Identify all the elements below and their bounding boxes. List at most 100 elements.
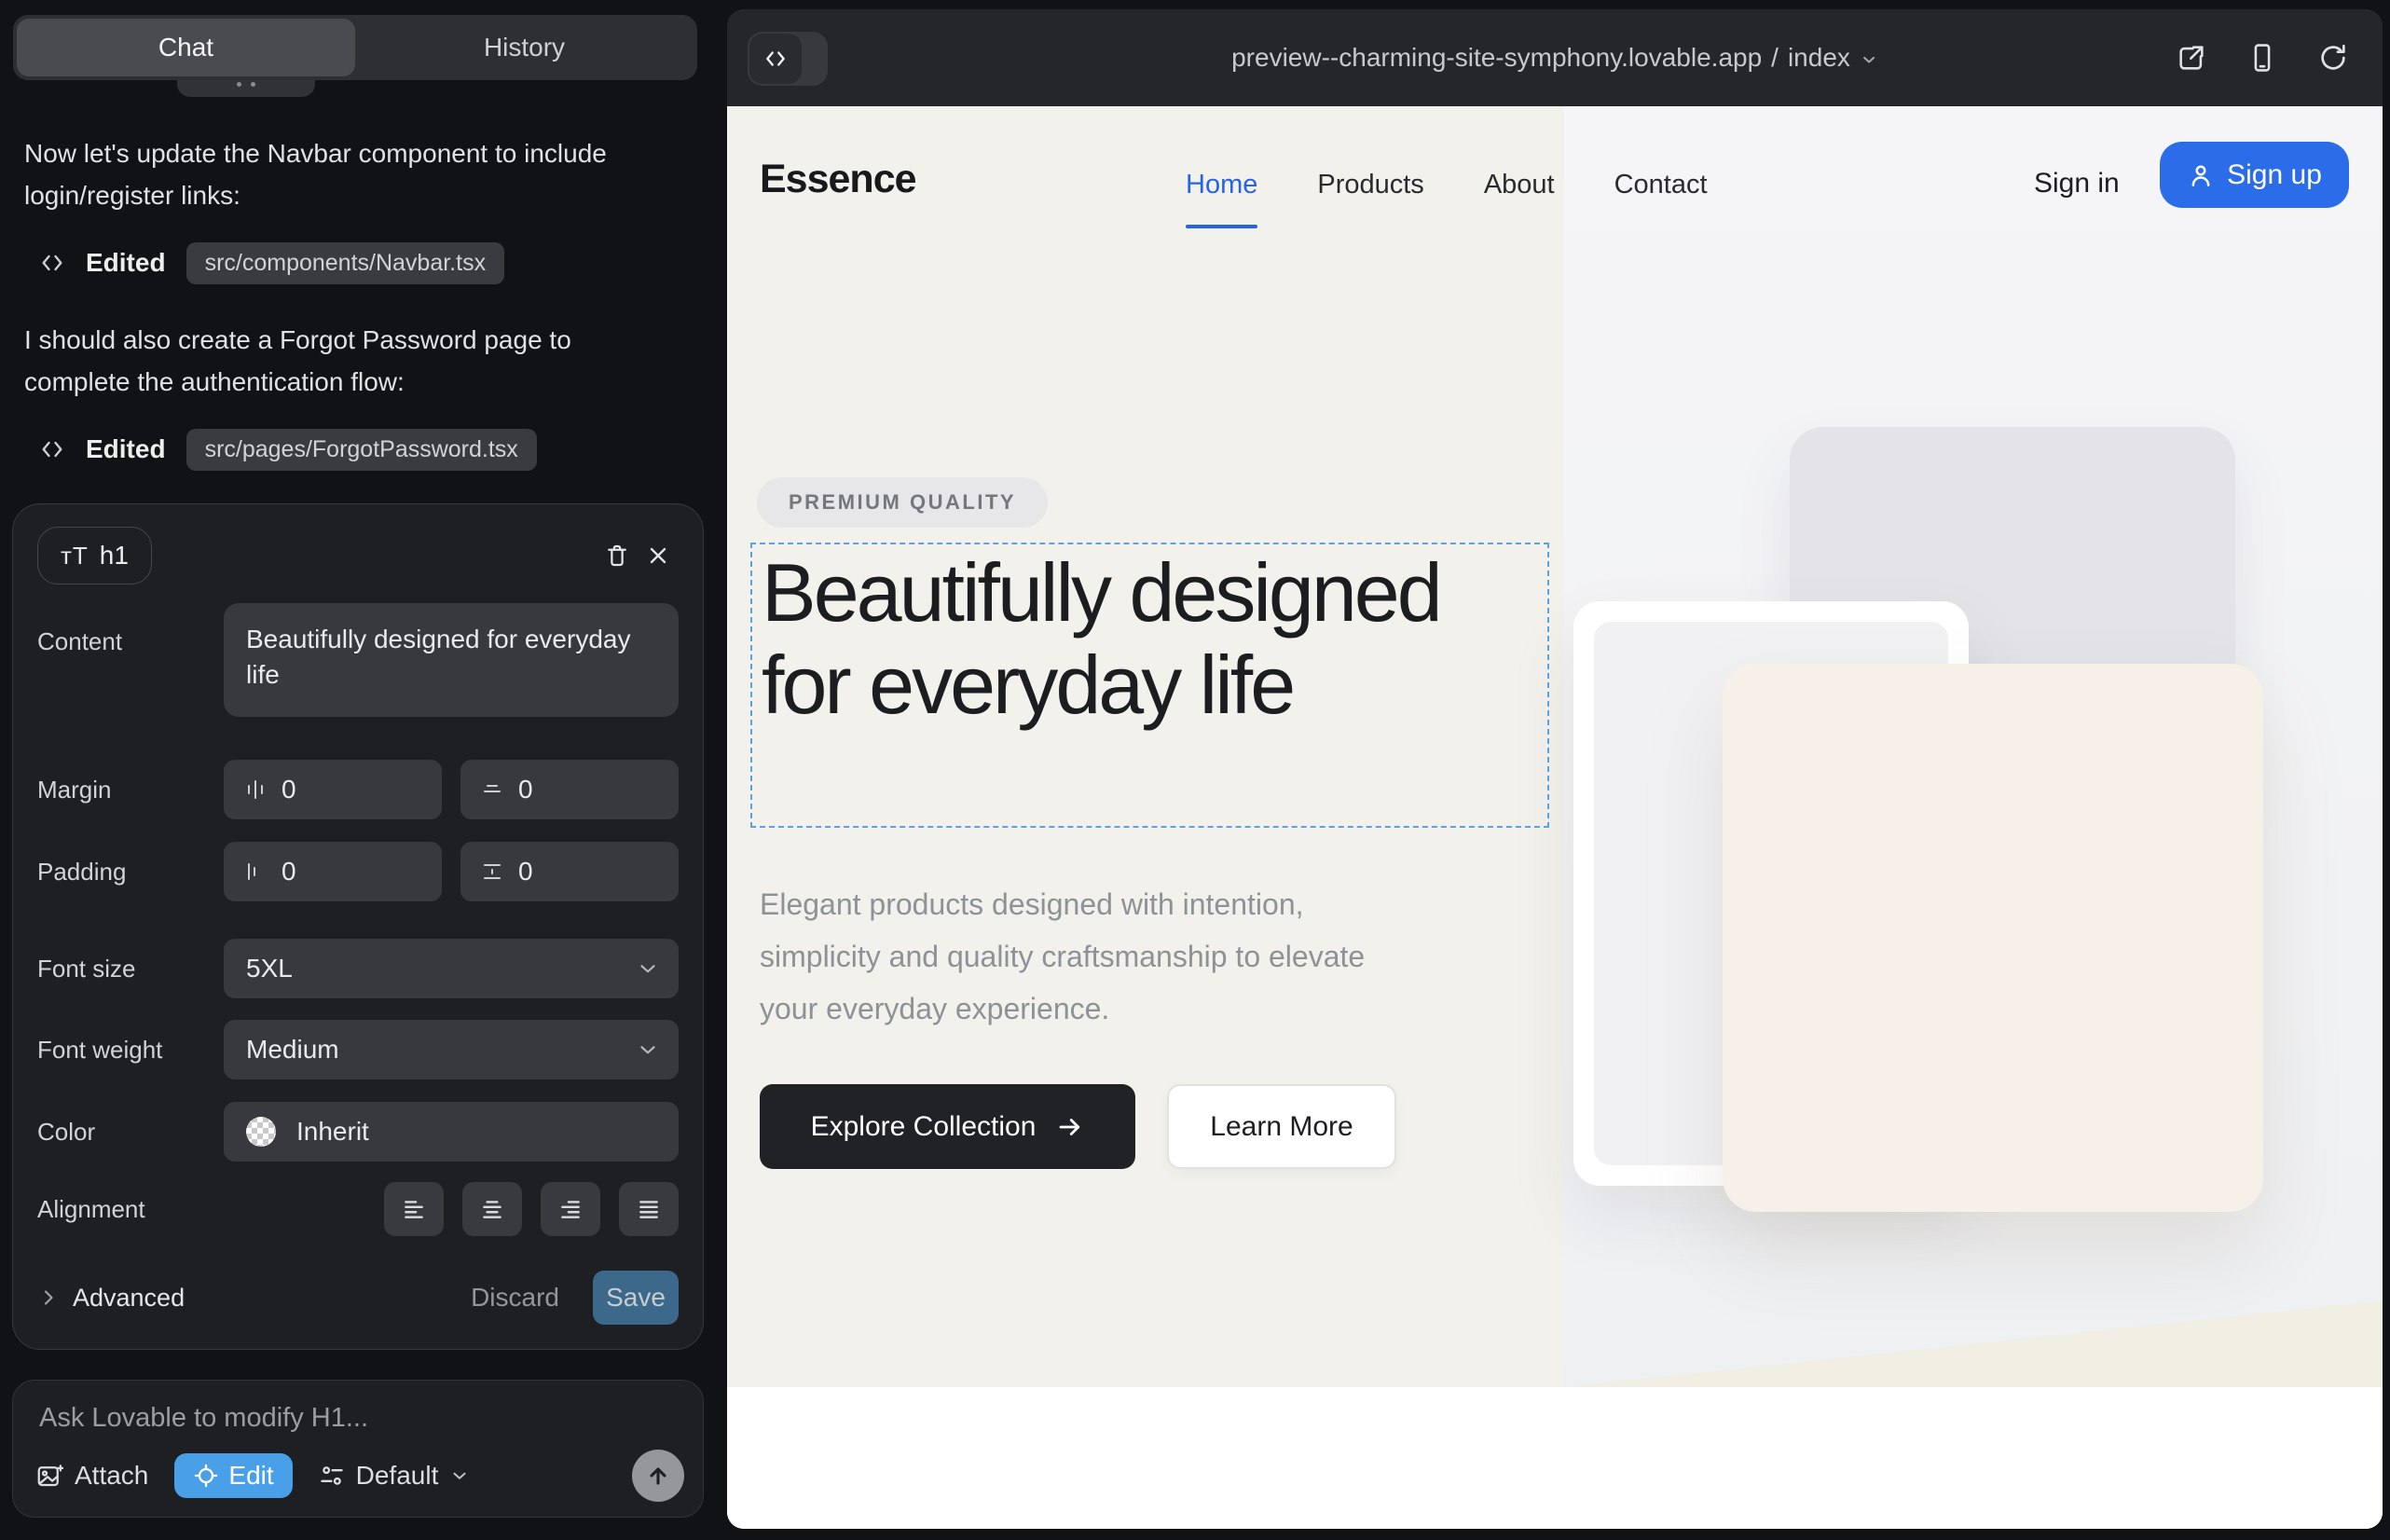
mode-select[interactable]: Default [319, 1461, 471, 1491]
color-picker-field[interactable]: Inherit [224, 1102, 679, 1162]
edited-file-row: Edited src/pages/ForgotPassword.tsx [39, 427, 537, 472]
nav-link-contact[interactable]: Contact [1614, 170, 1708, 200]
margin-row: Margin 0 0 [37, 760, 679, 819]
margin-x-input[interactable]: 0 [224, 760, 442, 819]
decor-cream-card [1723, 664, 2263, 1212]
chat-sidebar: Chat History Now let's update the Navbar… [0, 0, 714, 1540]
code-icon [749, 34, 802, 84]
send-button[interactable] [632, 1450, 684, 1502]
padding-x-icon [244, 860, 267, 883]
margin-label: Margin [37, 776, 224, 804]
selected-element-pill[interactable]: ᴛT h1 [37, 527, 152, 584]
align-left-icon [402, 1197, 426, 1221]
preview-topbar: preview--charming-site-symphony.lovable.… [727, 9, 2383, 106]
sign-up-button[interactable]: Sign up [2160, 142, 2349, 208]
alignment-row: Alignment [37, 1182, 679, 1236]
edit-target-icon [193, 1463, 219, 1489]
element-tag: h1 [100, 541, 129, 571]
font-weight-select[interactable]: Medium [224, 1020, 679, 1079]
margin-y-input[interactable]: 0 [460, 760, 679, 819]
chevron-down-icon [636, 1038, 660, 1062]
composer-placeholder[interactable]: Ask Lovable to modify H1... [39, 1403, 368, 1434]
preview-host: preview--charming-site-symphony.lovable.… [1231, 43, 1762, 73]
url-separator: / [1771, 43, 1779, 73]
content-row: Content Beautifully designed for everyda… [37, 603, 679, 717]
chevron-right-icon [37, 1286, 60, 1309]
hero-paragraph: Elegant products designed with intention… [760, 878, 1412, 1035]
delete-element-button[interactable] [597, 535, 638, 576]
nav-link-about[interactable]: About [1484, 170, 1555, 200]
font-size-select[interactable]: 5XL [224, 939, 679, 998]
selected-element-outline: Beautifully designed for everyday life [750, 543, 1549, 828]
composer-toolbar: Attach Edit Default [35, 1450, 684, 1502]
font-weight-label: Font weight [37, 1036, 224, 1065]
external-link-icon [2176, 42, 2207, 74]
chat-history-tabs: Chat History [13, 15, 697, 80]
element-editor-panel: ᴛT h1 Content Beautifully designed [12, 503, 704, 1350]
font-size-row: Font size 5XL [37, 939, 679, 998]
padding-x-input[interactable]: 0 [224, 842, 442, 901]
chevron-down-icon [636, 956, 660, 981]
discard-button[interactable]: Discard [471, 1283, 559, 1313]
file-chip[interactable]: src/pages/ForgotPassword.tsx [186, 429, 537, 471]
transparency-swatch [246, 1117, 276, 1147]
align-justify-icon [637, 1197, 661, 1221]
preview-window: preview--charming-site-symphony.lovable.… [727, 9, 2383, 1529]
margin-x-icon [244, 778, 267, 801]
premium-badge: PREMIUM QUALITY [757, 477, 1048, 528]
lovable-app: Chat History Now let's update the Navbar… [0, 0, 2390, 1540]
open-external-button[interactable] [2176, 42, 2207, 74]
arrow-right-icon [1056, 1113, 1084, 1141]
active-underline [1186, 225, 1257, 228]
code-view-toggle[interactable] [748, 32, 828, 86]
chat-message: Now let's update the Navbar component to… [24, 132, 621, 216]
explore-collection-button[interactable]: Explore Collection [760, 1084, 1135, 1169]
align-left-button[interactable] [384, 1182, 444, 1236]
refresh-button[interactable] [2317, 42, 2349, 74]
learn-more-button[interactable]: Learn More [1167, 1084, 1396, 1169]
close-editor-button[interactable] [638, 535, 679, 576]
hero-cta-row: Explore Collection Learn More [760, 1084, 1396, 1169]
content-label: Content [37, 627, 224, 656]
padding-row: Padding 0 0 [37, 842, 679, 901]
preview-actions [2176, 9, 2349, 106]
sign-in-link[interactable]: Sign in [2034, 168, 2120, 199]
padding-y-input[interactable]: 0 [460, 842, 679, 901]
site-logo[interactable]: Essence [760, 157, 916, 202]
align-right-icon [558, 1197, 583, 1221]
chat-composer[interactable]: Ask Lovable to modify H1... Attach Edit … [12, 1380, 704, 1518]
nav-link-home[interactable]: Home [1186, 170, 1257, 200]
advanced-toggle[interactable]: Advanced [37, 1284, 185, 1313]
padding-y-icon [481, 860, 503, 883]
padding-label: Padding [37, 858, 224, 887]
code-icon [39, 436, 65, 462]
attach-button[interactable]: Attach [35, 1461, 148, 1491]
hero-heading[interactable]: Beautifully designed for everyday life [762, 546, 1526, 731]
align-right-button[interactable] [541, 1182, 600, 1236]
chat-message: I should also create a Forgot Password p… [24, 319, 621, 403]
align-center-button[interactable] [462, 1182, 522, 1236]
send-arrow-icon [645, 1463, 671, 1489]
trash-icon [603, 542, 631, 570]
edit-mode-button[interactable]: Edit [174, 1453, 292, 1498]
close-icon [645, 543, 671, 569]
font-weight-row: Font weight Medium [37, 1020, 679, 1079]
content-input[interactable]: Beautifully designed for everyday life [224, 603, 679, 717]
refresh-icon [2317, 42, 2349, 74]
mobile-icon [2246, 42, 2278, 74]
sliders-icon [319, 1463, 345, 1489]
edited-label: Edited [86, 434, 166, 464]
chevron-down-icon [1860, 50, 1878, 69]
tab-history[interactable]: History [355, 19, 694, 76]
preview-url-bar[interactable]: preview--charming-site-symphony.lovable.… [1231, 9, 1878, 106]
align-justify-button[interactable] [619, 1182, 679, 1236]
mobile-view-button[interactable] [2246, 42, 2278, 74]
edited-file-row: Edited src/components/Navbar.tsx [39, 241, 504, 285]
edited-label: Edited [86, 248, 166, 278]
save-button[interactable]: Save [593, 1271, 679, 1325]
tab-chat[interactable]: Chat [17, 19, 355, 76]
nav-link-products[interactable]: Products [1317, 170, 1423, 200]
color-label: Color [37, 1118, 224, 1147]
ellipsis-dots [237, 82, 255, 87]
file-chip[interactable]: src/components/Navbar.tsx [186, 242, 505, 284]
